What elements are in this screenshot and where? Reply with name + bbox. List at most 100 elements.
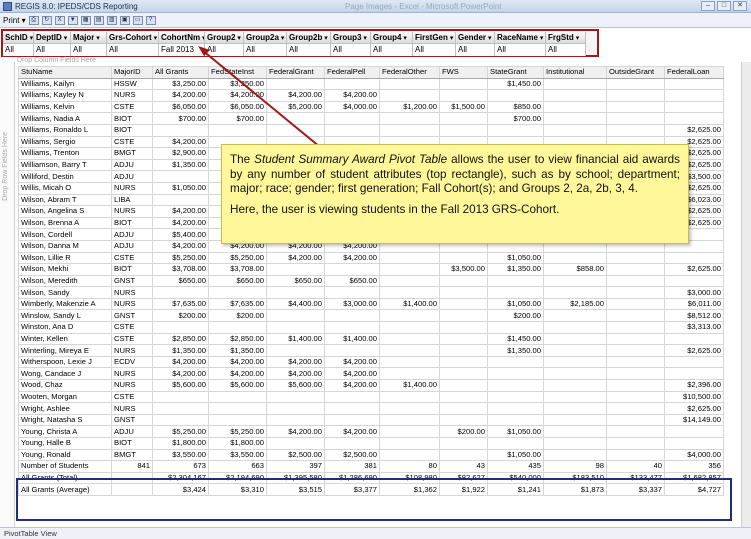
filter-value-group2[interactable]: All xyxy=(205,44,244,56)
minimize-button[interactable]: – xyxy=(701,1,715,11)
table-row[interactable]: Young, Ronald BMGT $3,550.00 $3,550.00 $2,50… xyxy=(18,448,724,462)
table-row[interactable]: Wilson, Meredith GNST $650.00 $650.00 $650.0… xyxy=(18,274,724,288)
close-button[interactable]: ✕ xyxy=(733,1,747,11)
table-row[interactable]: Wong, Candace J NURS $4,200.00 $4,200.00 $4,… xyxy=(18,367,724,381)
filter-field-grs-cohort[interactable]: Grs-Cohort xyxy=(107,32,159,44)
table-icon[interactable]: ▤ xyxy=(93,15,104,25)
table-row[interactable]: Williams, Kelvin CSTE $6,050.00 $6,050.00 $5… xyxy=(18,100,724,114)
filter-field-schid[interactable]: SchID xyxy=(3,32,34,44)
column-header-federalloan[interactable]: FederalLoan xyxy=(664,66,724,79)
column-header-fws[interactable]: FWS xyxy=(439,66,488,79)
filter-field-group2[interactable]: Group2 xyxy=(205,32,244,44)
table-cell xyxy=(152,321,209,334)
table-row[interactable]: Wilson, Sandy NURS $3,000.00 xyxy=(18,286,724,299)
table-cell xyxy=(543,367,607,381)
folder-icon[interactable]: ▭ xyxy=(132,15,143,25)
help-icon[interactable]: ? xyxy=(145,15,156,25)
filter-value-deptid[interactable]: All xyxy=(34,44,71,56)
grid-icon[interactable]: ▣ xyxy=(119,15,130,25)
table-cell xyxy=(439,379,488,392)
summary-row[interactable]: All Grants (Average) $3,424 $3,310 $3,515 $3… xyxy=(18,483,724,496)
filter-field-group3[interactable]: Group3 xyxy=(331,32,371,44)
filter-value-group2a[interactable]: All xyxy=(244,44,287,56)
vertical-scrollbar[interactable] xyxy=(741,62,751,527)
print-button[interactable]: Print ▾ xyxy=(3,16,26,25)
table-row[interactable]: Williams, Nadia A BIOT $700.00 $700.00 $700.… xyxy=(18,112,724,125)
column-header-outsidegrant[interactable]: OutsideGrant xyxy=(606,66,665,79)
table-cell xyxy=(439,297,488,311)
refresh-icon[interactable]: ↻ xyxy=(41,15,52,25)
table-row[interactable]: Wimberly, Makenzie A NURS $7,635.00 $7,635.… xyxy=(18,297,724,311)
table-cell xyxy=(664,89,724,102)
filter-value-group3[interactable]: All xyxy=(331,44,371,56)
table-row[interactable]: Wright, Ashlee NURS $2,625.00 xyxy=(18,402,724,415)
table-row[interactable]: Williams, Kayley N NURS $4,200.00 $4,200.00… xyxy=(18,89,724,102)
filter-value-racename[interactable]: All xyxy=(495,44,546,56)
column-header-federalgrant[interactable]: FederalGrant xyxy=(266,66,325,79)
filter-value-schid[interactable]: All xyxy=(3,44,34,56)
table-cell: $2,185.00 xyxy=(543,297,607,311)
filter-field-firstgen[interactable]: FirstGen xyxy=(413,32,456,44)
filter-value-cohortnm[interactable]: Fall 2013 xyxy=(159,44,205,56)
filter-field-group4[interactable]: Group4 xyxy=(371,32,413,44)
column-header-federalpell[interactable]: FederalPell xyxy=(324,66,380,79)
filter-value-group4[interactable]: All xyxy=(371,44,413,56)
table-row[interactable]: Wilson, Lillie R CSTE $5,250.00 $5,250.00 $4… xyxy=(18,251,724,265)
filter-field-group2b[interactable]: Group2b xyxy=(287,32,331,44)
filter-field-frgstd[interactable]: FrgStd xyxy=(546,32,586,44)
column-header-federalother[interactable]: FederalOther xyxy=(379,66,440,79)
filter-value-major[interactable]: All xyxy=(71,44,107,56)
table-row[interactable]: Wright, Natasha S GNST $14,149.00 xyxy=(18,413,724,427)
table-cell: $133,477 xyxy=(606,471,665,485)
filter-field-deptid[interactable]: DeptID xyxy=(34,32,71,44)
filter-field-gender[interactable]: Gender xyxy=(456,32,495,44)
table-row[interactable]: Witherspoon, Lexie J ECDV $4,200.00 $4,200.… xyxy=(18,355,724,369)
filter-field-racename[interactable]: RaceName xyxy=(495,32,546,44)
table-cell xyxy=(324,344,380,357)
window-title: REGIS 8.0: IPEDS/CDS Reporting xyxy=(15,1,138,11)
table-cell: $1,350.00 xyxy=(487,263,544,276)
table-row[interactable]: Young, Christa A ADJU $5,250.00 $5,250.00 $4… xyxy=(18,425,724,438)
maximize-button[interactable]: □ xyxy=(717,1,731,11)
filter-value-gender[interactable]: All xyxy=(456,44,495,56)
filter-field-cohortnm[interactable]: CohortNm xyxy=(159,32,205,44)
table-row[interactable]: Williams, Ronaldo L BIOT $2,625.00 xyxy=(18,123,724,137)
column-header-fedstateinst[interactable]: FedStateInst xyxy=(208,66,267,79)
table-cell: $4,200.00 xyxy=(152,135,209,149)
table-cell: $4,400.00 xyxy=(266,297,325,311)
filter-value-firstgen[interactable]: All xyxy=(413,44,456,56)
table-cell: All Grants (Total) xyxy=(18,471,112,485)
table-row[interactable]: Williams, Kailyn HSSW $3,250.00 $3,250.00 $1… xyxy=(18,77,724,91)
column-header-majorid[interactable]: MajorID xyxy=(111,66,153,79)
table-cell: $200.00 xyxy=(487,309,544,323)
chart-icon[interactable]: ▥ xyxy=(106,15,117,25)
table-row[interactable]: Winston, Ana D CSTE $3,313.00 xyxy=(18,321,724,334)
summary-row[interactable]: Number of Students 841 673 663 397 381 80 43 435… xyxy=(18,460,724,473)
column-header-stategrant[interactable]: StateGrant xyxy=(487,66,544,79)
column-header-all grants[interactable]: All Grants xyxy=(152,66,209,79)
table-row[interactable]: Winslow, Sandy L GNST $200.00 $200.00 $200.0… xyxy=(18,309,724,323)
summary-row[interactable]: All Grants (Total) $2,304,167 $2,194,690 $1… xyxy=(18,471,724,485)
drop-row-fields-area[interactable]: Drop Row Fields Here xyxy=(0,62,15,532)
filter-field-group2a[interactable]: Group2a xyxy=(244,32,287,44)
layout-icon[interactable]: ▦ xyxy=(80,15,91,25)
table-row[interactable]: Young, Halle B BIOT $1,800.00 $1,800.00 xyxy=(18,437,724,450)
table-row[interactable]: Winterling, Mireya E NURS $1,350.00 $1,350.… xyxy=(18,344,724,357)
filter-value-frgstd[interactable]: All xyxy=(546,44,586,56)
table-cell: Williams, Kelvin xyxy=(18,100,112,114)
column-header-institutional[interactable]: Institutional xyxy=(543,66,607,79)
table-row[interactable]: Wood, Chaz NURS $5,600.00 $5,600.00 $5,600.0… xyxy=(18,379,724,392)
column-header-stuname[interactable]: StuName xyxy=(18,66,112,79)
drop-column-fields-hint[interactable]: Drop Column Fields Here xyxy=(17,57,96,64)
excel-export-icon[interactable]: X xyxy=(54,15,65,25)
filter-field-major[interactable]: Major xyxy=(71,32,107,44)
table-row[interactable]: Wooten, Morgan CSTE $10,500.00 xyxy=(18,390,724,404)
filter-value-group2b[interactable]: All xyxy=(287,44,331,56)
window-controls: – □ ✕ xyxy=(701,1,747,11)
filter-icon[interactable]: ▼ xyxy=(67,15,78,25)
filter-value-grs-cohort[interactable]: All xyxy=(107,44,159,56)
table-row[interactable]: Winter, Kellen CSTE $2,850.00 $2,850.00 $1,4… xyxy=(18,332,724,346)
printer-icon[interactable]: ⎙ xyxy=(28,15,39,25)
table-row[interactable]: Wilson, Mekhi BIOT $3,708.00 $3,708.00 $3,50… xyxy=(18,263,724,276)
table-cell: $14,149.00 xyxy=(664,413,724,427)
